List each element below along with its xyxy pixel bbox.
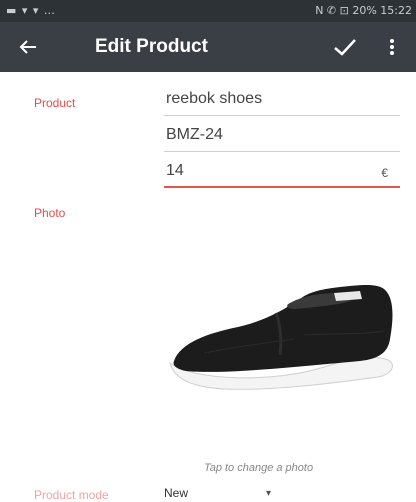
price-underline [164, 186, 400, 188]
edit-product-screen: ▬ ▾ ▾ … N ✆ ⊡ 20% 15:22 Edit Product Pro… [0, 0, 416, 502]
price-value: 14 [166, 162, 184, 179]
chevron-down-icon[interactable]: ▾ [266, 488, 271, 499]
product-code-value: BMZ-24 [166, 126, 223, 143]
product-mode-label: Product mode [34, 488, 109, 502]
overflow-menu-icon [390, 39, 394, 55]
app-bar: Edit Product [0, 22, 416, 72]
photo-label: Photo [34, 206, 66, 220]
product-code-underline [164, 151, 400, 152]
photo-hint: Tap to change a photo [204, 462, 314, 474]
product-name-field[interactable]: reebok shoes [164, 88, 400, 116]
product-label: Product [34, 96, 76, 110]
shoe-image [169, 285, 393, 390]
more-vert-icon[interactable] [382, 32, 402, 62]
product-name-underline [164, 115, 400, 116]
status-left-icons: ▬ ▾ ▾ … [6, 4, 56, 17]
product-mode-select[interactable]: New [164, 486, 188, 500]
product-photo[interactable] [164, 243, 404, 443]
product-code-field[interactable]: BMZ-24 [164, 124, 400, 152]
arrow-left-icon [19, 40, 36, 54]
status-right-info: N ✆ ⊡ 20% 15:22 [315, 4, 412, 17]
product-name-value: reebok shoes [166, 90, 263, 107]
page-title: Edit Product [95, 36, 208, 57]
currency-suffix: € [381, 166, 388, 180]
status-bar: ▬ ▾ ▾ … N ✆ ⊡ 20% 15:22 [0, 0, 416, 22]
back-arrow-icon[interactable] [14, 33, 42, 61]
save-check-icon[interactable] [330, 32, 360, 62]
price-field[interactable]: 14 € [164, 160, 400, 188]
check-icon [334, 39, 356, 56]
